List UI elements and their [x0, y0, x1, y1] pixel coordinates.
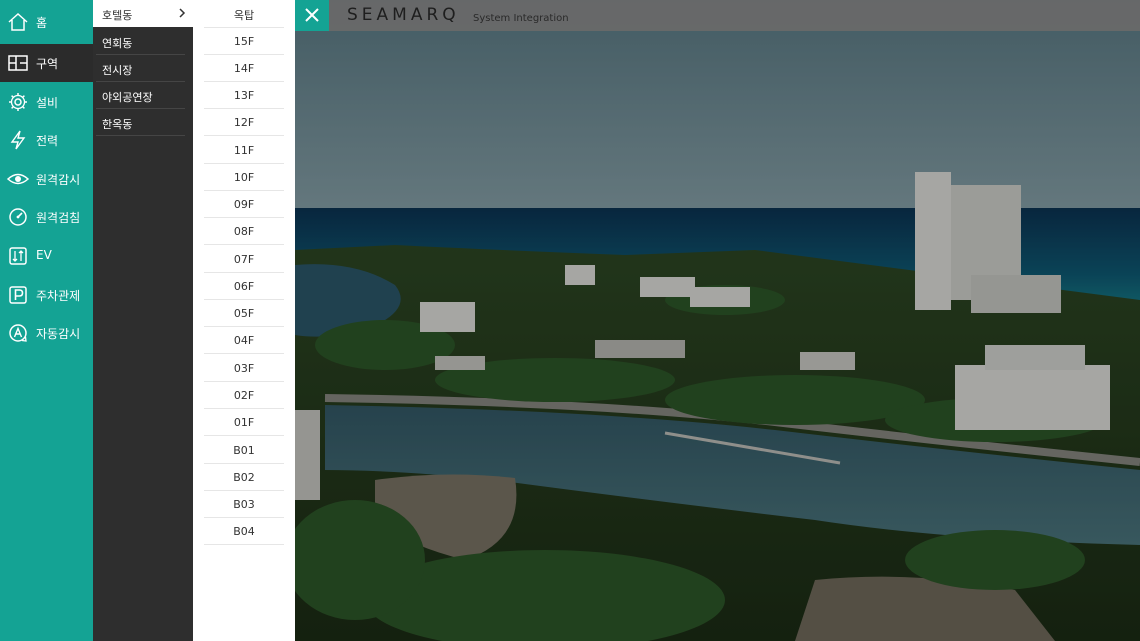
nav-item-zone[interactable]: 구역: [0, 44, 93, 82]
nav-label-ev: EV: [36, 248, 52, 262]
main-nav: 홈 구역 설비 전력 원격감시 원격검침 EV 주차관제 자동감시: [0, 0, 93, 641]
scene-overlay: [295, 0, 1140, 641]
floor-label: 09F: [233, 198, 255, 211]
floor-label: B04: [233, 525, 255, 538]
lightning-icon: [10, 130, 26, 150]
nav-item-auto-monitoring[interactable]: 자동감시: [0, 314, 93, 352]
building-label: 호텔동: [102, 9, 133, 22]
floor-item[interactable]: 07F: [204, 246, 284, 273]
home-icon: [8, 12, 28, 31]
floor-label: 07F: [233, 253, 255, 266]
floor-label: 10F: [233, 171, 255, 184]
floor-item[interactable]: 03F: [204, 355, 284, 382]
floor-menu: 옥탑 15F 14F 13F 12F 11F 10F 09F 08F 07F 0…: [193, 0, 295, 641]
building-label: 한옥동: [102, 118, 133, 131]
floor-label: 15F: [233, 35, 255, 48]
floor-item[interactable]: 02F: [204, 382, 284, 409]
floor-label: 06F: [233, 280, 255, 293]
floor-item[interactable]: 08F: [204, 218, 284, 245]
floor-item[interactable]: 04F: [204, 327, 284, 354]
floor-item[interactable]: 15F: [204, 28, 284, 55]
building-item-hotel[interactable]: 호텔동: [93, 0, 193, 27]
nav-label-home: 홈: [36, 16, 48, 30]
floor-label: 02F: [233, 389, 255, 402]
floor-item[interactable]: 12F: [204, 109, 284, 136]
nav-label-remote-metering: 원격검침: [36, 211, 81, 225]
building-item-banquet[interactable]: 연회동: [93, 28, 193, 55]
brand-logo: SEAMARQ: [347, 5, 460, 25]
floor-label: 14F: [233, 62, 255, 75]
close-button[interactable]: [295, 0, 329, 31]
floor-item[interactable]: 05F: [204, 300, 284, 327]
floor-item[interactable]: B04: [204, 518, 284, 545]
auto-monitor-icon: [9, 324, 27, 342]
floor-label: 04F: [233, 334, 255, 347]
close-icon: [305, 8, 319, 22]
building-label: 야외공연장: [102, 91, 153, 104]
nav-label-equipment: 설비: [36, 96, 59, 110]
floor-item[interactable]: 10F: [204, 164, 284, 191]
top-bar: SEAMARQ System Integration: [295, 0, 1140, 31]
floor-item[interactable]: 11F: [204, 137, 284, 164]
floor-label: 05F: [233, 307, 255, 320]
floor-label: B02: [233, 471, 255, 484]
building-item-exhibition[interactable]: 전시장: [93, 55, 193, 82]
nav-item-remote-monitoring[interactable]: 원격감시: [0, 160, 93, 198]
nav-label-auto-monitoring: 자동감시: [36, 327, 81, 341]
nav-item-home[interactable]: 홈: [0, 3, 93, 41]
floor-label: 03F: [233, 362, 255, 375]
floor-item[interactable]: B01: [204, 437, 284, 464]
floor-label: B01: [233, 444, 255, 457]
building-item-hanok[interactable]: 한옥동: [93, 109, 193, 136]
floor-label: 13F: [233, 89, 255, 102]
floor-item[interactable]: 01F: [204, 409, 284, 436]
floor-label: 12F: [233, 116, 255, 129]
floor-item[interactable]: 14F: [204, 55, 284, 82]
gear-icon: [9, 93, 27, 111]
chevron-right-icon: [179, 8, 186, 18]
ev-icon: [9, 247, 27, 265]
nav-label-remote-monitoring: 원격감시: [36, 173, 81, 187]
nav-item-ev[interactable]: EV: [0, 237, 93, 275]
meter-icon: [9, 208, 27, 226]
zone-icon: [8, 55, 28, 71]
floor-item-rooftop[interactable]: 옥탑: [193, 7, 295, 23]
nav-item-equipment[interactable]: 설비: [0, 83, 93, 121]
nav-label-power: 전력: [36, 134, 59, 148]
brand-subtitle: System Integration: [473, 13, 569, 24]
parking-icon: [9, 286, 27, 304]
building-menu: 호텔동 연회동 전시장 야외공연장 한옥동: [93, 0, 193, 641]
floor-label: B03: [233, 498, 255, 511]
nav-item-remote-metering[interactable]: 원격검침: [0, 198, 93, 236]
building-label: 연회동: [102, 37, 133, 50]
building-item-outdoor-stage[interactable]: 야외공연장: [93, 82, 193, 109]
floor-label: 11F: [233, 144, 255, 157]
floor-item[interactable]: 06F: [204, 273, 284, 300]
floor-item[interactable]: B02: [204, 464, 284, 491]
resort-3d-view[interactable]: SEAMARQ System Integration: [295, 0, 1140, 641]
floor-label: 08F: [233, 225, 255, 238]
floor-item[interactable]: B03: [204, 491, 284, 518]
eye-icon: [7, 173, 29, 185]
floor-item[interactable]: 09F: [204, 191, 284, 218]
floor-item[interactable]: 13F: [204, 82, 284, 109]
nav-label-zone: 구역: [36, 57, 59, 71]
nav-item-power[interactable]: 전력: [0, 121, 93, 159]
divider: [96, 135, 185, 136]
floor-label: 01F: [233, 416, 255, 429]
building-label: 전시장: [102, 64, 133, 77]
nav-label-parking: 주차관제: [36, 289, 81, 303]
nav-item-parking[interactable]: 주차관제: [0, 276, 93, 314]
